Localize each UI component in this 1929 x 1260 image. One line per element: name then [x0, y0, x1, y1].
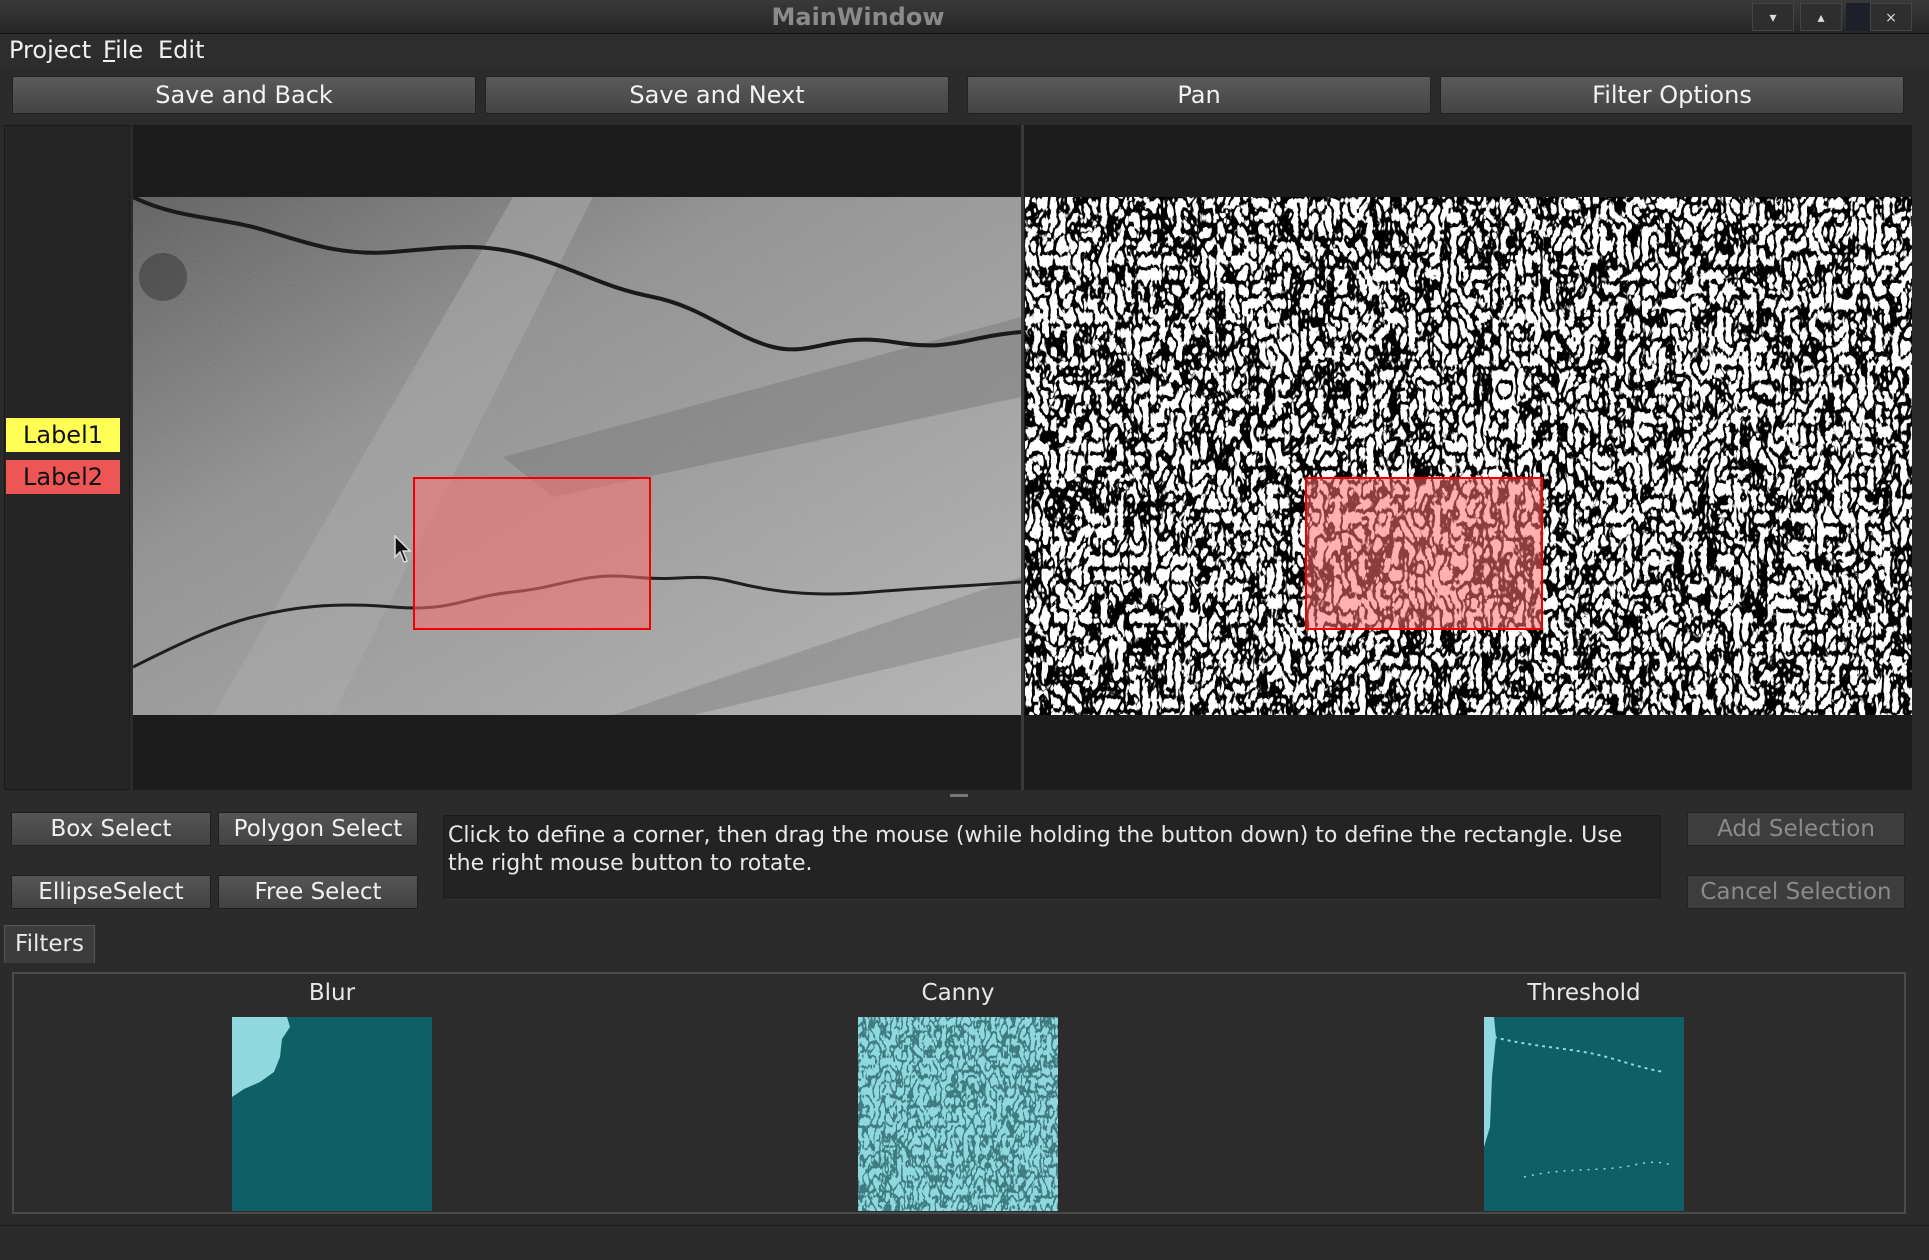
filter-thumb-blur[interactable]	[232, 1017, 432, 1211]
cancel-selection-button[interactable]: Cancel Selection	[1687, 875, 1905, 909]
filter-options-button[interactable]: Filter Options	[1440, 76, 1904, 114]
close-button[interactable]: ×	[1870, 3, 1912, 31]
save-and-back-button[interactable]: Save and Back	[12, 76, 476, 114]
polygon-select-button[interactable]: Polygon Select	[218, 812, 418, 846]
window-spacer	[1846, 3, 1870, 31]
filter-title-blur: Blur	[308, 980, 356, 1006]
selection-box-left[interactable]	[413, 477, 651, 630]
filter-thumb-threshold[interactable]	[1484, 1017, 1684, 1211]
filter-title-canny: Canny	[921, 980, 995, 1006]
minimize-button[interactable]: ▾	[1752, 3, 1794, 31]
splitter-handle[interactable]	[950, 794, 968, 797]
tab-filters[interactable]: Filters	[4, 925, 95, 963]
menu-bar	[0, 34, 1929, 66]
ellipse-select-button[interactable]: EllipseSelect	[11, 875, 211, 909]
maximize-button[interactable]: ▴	[1800, 3, 1842, 31]
window-title: MainWindow	[771, 3, 945, 31]
menu-project[interactable]: Project	[9, 34, 91, 66]
pan-button[interactable]: Pan	[967, 76, 1431, 114]
box-select-button[interactable]: Box Select	[11, 812, 211, 846]
status-bar	[0, 1225, 1929, 1260]
menu-file-rest: ile	[115, 36, 144, 64]
menu-file-mnemonic: F	[103, 36, 116, 64]
mouse-cursor-icon	[394, 535, 412, 563]
label-item-label1[interactable]: Label1	[6, 418, 120, 452]
free-select-button[interactable]: Free Select	[218, 875, 418, 909]
selection-box-right[interactable]	[1305, 477, 1543, 630]
filter-thumb-canny[interactable]	[858, 1017, 1058, 1211]
menu-edit[interactable]: Edit	[158, 34, 204, 66]
label-item-label2[interactable]: Label2	[6, 460, 120, 494]
original-image[interactable]	[133, 197, 1021, 715]
help-text: Click to define a corner, then drag the …	[443, 815, 1661, 898]
save-and-next-button[interactable]: Save and Next	[485, 76, 949, 114]
add-selection-button[interactable]: Add Selection	[1687, 812, 1905, 846]
filtered-image[interactable]	[1025, 197, 1912, 715]
labels-panel	[4, 125, 130, 790]
filter-title-threshold: Threshold	[1527, 980, 1641, 1006]
menu-file[interactable]: File	[103, 34, 143, 66]
